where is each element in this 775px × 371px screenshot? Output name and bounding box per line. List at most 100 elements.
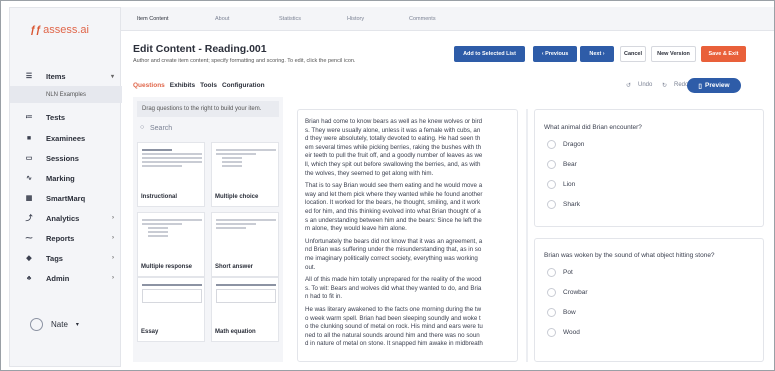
add-to-selected-list-button[interactable]: Add to Selected List [454,46,525,62]
previous-button[interactable]: ‹ Previous [533,46,577,62]
sidebar-item-marking[interactable]: ∿ Marking [10,168,122,188]
answer-option[interactable]: Dragon [547,140,584,149]
passage-line: d they were absolutely, totally devoted … [305,135,481,143]
passage-line: o week warm spell. Brian had been sleepi… [305,314,481,322]
answer-option[interactable]: Bow [547,308,576,317]
option-label: Bow [563,309,576,316]
user-menu[interactable]: Nate ▾ [30,318,79,331]
search-input[interactable]: ○ Search [137,121,279,135]
question-type-card-short-answer[interactable]: Short answer [211,212,279,277]
grid-icon: ▦ [25,195,33,202]
sidebar-nav: ☰ Items ▾ NLN Examples ≔ Tests ■ Examine… [10,66,122,288]
sidebar-item-reports[interactable]: ⁓ Reports › [10,228,122,248]
list-icon: ≔ [25,114,33,121]
sidebar-item-tags[interactable]: ◆ Tags › [10,248,122,268]
question-panel-1: What animal did Brian encounter? Dragon … [534,109,764,227]
tab-history[interactable]: History [347,16,364,22]
avatar-icon [30,318,43,331]
chevron-right-icon: › [112,275,114,281]
question-type-panel: Drag questions to the right to build you… [133,97,283,362]
scrollbar[interactable] [526,109,528,362]
sidebar-item-items[interactable]: ☰ Items ▾ [10,66,122,86]
chart-icon: ⁓ [25,235,33,242]
tab-comments[interactable]: Comments [409,16,436,22]
tab-exhibits[interactable]: Exhibits [170,82,195,89]
question-type-card-essay[interactable]: Essay [137,277,205,342]
card-label: Short answer [215,264,254,270]
sidebar-subitem-nln-examples[interactable]: NLN Examples [10,86,122,103]
tag-icon: ◆ [26,255,32,262]
tab-questions[interactable]: Questions [133,82,165,89]
sidebar-item-smartmarq[interactable]: ▦ SmartMarq [10,188,122,208]
sidebar-item-examinees[interactable]: ■ Examinees [10,128,122,148]
sidebar-item-analytics[interactable]: ⤴ Analytics › [10,208,122,228]
option-label: Wood [563,329,580,336]
logo[interactable]: ƒƒ assess.ai [30,24,89,36]
new-version-button[interactable]: New Version [651,46,696,62]
undo-button[interactable]: Undo [638,82,652,88]
caret-down-icon: ▾ [75,322,79,328]
page-title: Edit Content - Reading.001 [133,43,267,55]
passage-line: ed for him, and this thinking evolved in… [305,208,481,215]
sidebar-item-label: SmartMarq [46,193,86,203]
passage-line: nd Brian was suffering under the misunde… [305,246,482,254]
tab-item-content[interactable]: Item Content [137,16,169,22]
cancel-button[interactable]: Cancel [620,46,646,62]
tab-statistics[interactable]: Statistics [279,16,301,22]
tab-tools[interactable]: Tools [200,82,217,89]
radio-button[interactable] [547,200,556,209]
passage-line: d in nature of metal on stone. It snappe… [305,340,483,348]
passage-line: n had to fit in. [305,293,343,301]
answer-option[interactable]: Lion [547,180,575,189]
question-type-card-multiple-response[interactable]: Multiple response [137,212,205,277]
passage-line: Unfortunately the bears did not know tha… [305,237,483,245]
sidebar-subitem-label: NLN Examples [46,91,87,98]
sidebar-item-label: Items [46,71,66,81]
radio-button[interactable] [547,140,556,149]
radio-button[interactable] [547,160,556,169]
passage-line: He was literary awakened to the facts on… [305,306,482,313]
answer-option[interactable]: Wood [547,328,580,337]
question-type-card-multiple-choice[interactable]: Multiple choice [211,142,279,207]
search-icon: ○ [140,124,145,131]
radio-button[interactable] [547,180,556,189]
passage-line: All of this made him totally unprepared … [305,276,482,284]
answer-option[interactable]: Shark [547,200,580,209]
card-label: Math equation [215,329,256,335]
radio-button[interactable] [547,328,556,337]
passage-line: way and let them pick where they wanted … [305,190,483,198]
option-label: Pot [563,269,573,276]
answer-option[interactable]: Crowbar [547,288,588,297]
calendar-icon: ▭ [25,155,33,162]
sidebar-item-tests[interactable]: ≔ Tests [10,106,122,128]
option-label: Dragon [563,141,585,148]
next-button[interactable]: Next › [580,46,614,62]
passage-line: Brian had come to know bears as well as … [305,118,483,125]
radio-button[interactable] [547,308,556,317]
radio-button[interactable] [547,288,556,297]
answer-option[interactable]: Bear [547,160,577,169]
sidebar-item-label: Sessions [46,153,79,163]
question-type-card-math-equation[interactable]: Math equation [211,277,279,342]
radio-button[interactable] [547,268,556,277]
passage-line: o the clunking sound of metal on rock. H… [305,323,483,331]
preview-button[interactable]: ▯ Preview [687,78,741,93]
question-type-card-instructional[interactable]: Instructional [137,142,205,207]
search-placeholder: Search [150,125,173,132]
app-frame: ƒƒ assess.ai ☰ Items ▾ NLN Examples ≔ Te… [0,0,775,371]
save-and-exit-button[interactable]: Save & Exit [701,46,746,62]
passage-line: s an understanding between him and the b… [305,216,482,224]
chevron-down-icon: ▾ [110,73,114,80]
answer-option[interactable]: Pot [547,268,573,277]
tab-configuration[interactable]: Configuration [222,82,265,89]
chevron-right-icon: › [112,255,114,261]
sidebar-item-label: Analytics [46,213,80,223]
card-thumbnail [216,149,276,177]
sidebar-item-admin[interactable]: ♣ Admin › [10,268,122,288]
passage-line: That is to say Brian would see them eati… [305,182,483,190]
menu-icon: ☰ [25,73,33,80]
question-text: Brian was woken by the sound of what obj… [544,252,715,259]
option-label: Bear [563,161,577,168]
sidebar-item-sessions[interactable]: ▭ Sessions [10,148,122,168]
tab-about[interactable]: About [215,16,229,22]
